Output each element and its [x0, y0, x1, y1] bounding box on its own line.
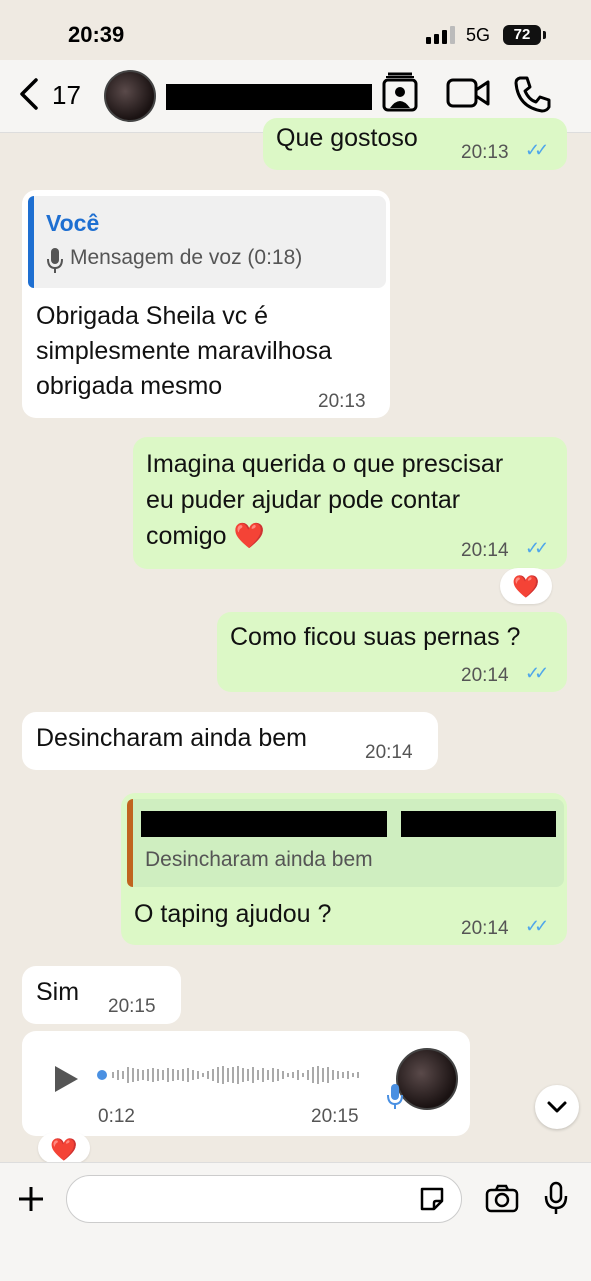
microphone-icon [386, 1082, 404, 1115]
sender-avatar [396, 1048, 458, 1110]
playback-handle[interactable] [97, 1070, 107, 1080]
contact-avatar[interactable] [104, 70, 156, 122]
signal-icon [426, 26, 456, 44]
message-input[interactable] [66, 1175, 462, 1223]
microphone-icon [544, 1181, 568, 1214]
scroll-down-button[interactable] [535, 1085, 579, 1129]
double-check-icon: ✓✓ [525, 140, 549, 160]
reaction-badge[interactable]: ❤️ [38, 1133, 90, 1163]
message-time: 20:13 [461, 142, 509, 163]
sticker-button[interactable] [418, 1185, 446, 1218]
voice-waveform[interactable] [112, 1064, 367, 1086]
quote-bar [28, 196, 34, 288]
message-time: 20:14 [461, 918, 509, 939]
message-text: Sim [36, 978, 80, 1006]
message-text: Como ficou suas pernas ? [230, 623, 521, 651]
chevron-left-icon [20, 78, 38, 110]
quote-text: Desincharam ainda bem [145, 848, 373, 871]
message-time: 20:14 [461, 665, 509, 686]
status-time: 20:39 [68, 22, 125, 47]
quote-author-redacted [141, 811, 387, 837]
message-text-line: obrigada mesmo [36, 372, 223, 400]
message-time: 20:14 [365, 742, 413, 763]
battery-indicator: 72 [503, 25, 546, 45]
camera-icon [485, 1184, 519, 1213]
message-text-line: eu puder ajudar pode contar [146, 486, 461, 514]
message-text-line: simplesmente maravilhosa [36, 337, 332, 365]
message-text-line: Imagina querida o que prescisar [146, 450, 504, 478]
quote-text: Mensagem de voz (0:18) [70, 246, 303, 269]
mic-button[interactable] [544, 1181, 568, 1220]
phone-icon [514, 76, 551, 113]
voice-duration: 0:12 [98, 1106, 135, 1127]
message-text-line: Obrigada Sheila vc é [36, 302, 269, 330]
double-check-icon: ✓✓ [525, 663, 549, 683]
quote-author-redacted [401, 811, 556, 837]
video-call-button[interactable] [446, 76, 490, 115]
message-time: 20:15 [108, 996, 156, 1017]
reaction-badge[interactable]: ❤️ [500, 568, 552, 604]
chevron-down-icon [547, 1101, 567, 1113]
attach-button[interactable] [16, 1184, 46, 1219]
voice-call-button[interactable] [512, 74, 552, 119]
double-check-icon: ✓✓ [525, 538, 549, 558]
quote-author: Você [46, 210, 100, 236]
message-text: O taping ajudou ? [134, 900, 332, 928]
video-camera-icon [446, 78, 490, 108]
quote-bar [127, 799, 133, 887]
sticker-icon [420, 1187, 444, 1211]
camera-button[interactable] [485, 1183, 519, 1218]
message-text: Que gostoso [276, 124, 418, 152]
contact-card-icon [382, 72, 418, 112]
message-time: 20:13 [318, 391, 366, 412]
message-time: 20:14 [461, 540, 509, 561]
message-text-line: comigo ❤️ [146, 522, 265, 550]
contact-name-redacted[interactable] [166, 84, 372, 110]
unread-count[interactable]: 17 [52, 80, 81, 111]
play-button[interactable] [52, 1064, 80, 1099]
double-check-icon: ✓✓ [525, 916, 549, 936]
plus-icon [19, 1187, 43, 1211]
play-icon [55, 1066, 78, 1092]
back-button[interactable] [16, 74, 44, 119]
message-text: Desincharam ainda bem [36, 724, 307, 752]
microphone-icon [46, 246, 64, 279]
network-type: 5G [466, 25, 491, 45]
message-time: 20:15 [311, 1106, 359, 1127]
contact-card-button[interactable] [380, 70, 420, 119]
